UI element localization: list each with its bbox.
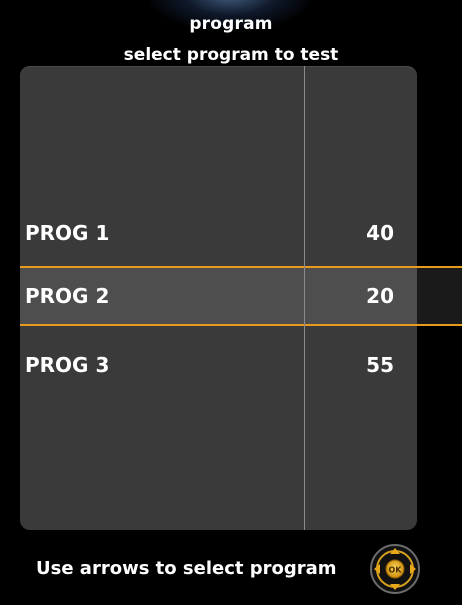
program-row-1[interactable]: PROG 1 40 — [20, 203, 417, 263]
program-row-2-selected[interactable]: PROG 2 20 — [20, 266, 462, 326]
ok-label: OK — [389, 566, 403, 575]
program-value: 20 — [366, 284, 394, 308]
page-title: program — [189, 14, 273, 34]
program-value: 40 — [366, 221, 394, 245]
program-name: PROG 3 — [25, 353, 110, 377]
program-name: PROG 2 — [25, 284, 110, 308]
program-row-3[interactable]: PROG 3 55 — [20, 335, 417, 395]
screen: program select program to test PROG 1 40… — [0, 0, 462, 605]
arrow-pad-ok-icon[interactable]: OK — [369, 543, 421, 595]
page-subtitle: select program to test — [123, 45, 339, 65]
program-value: 55 — [366, 353, 394, 377]
footer-hint: Use arrows to select program — [36, 558, 337, 579]
column-divider — [304, 66, 305, 530]
program-name: PROG 1 — [25, 221, 110, 245]
